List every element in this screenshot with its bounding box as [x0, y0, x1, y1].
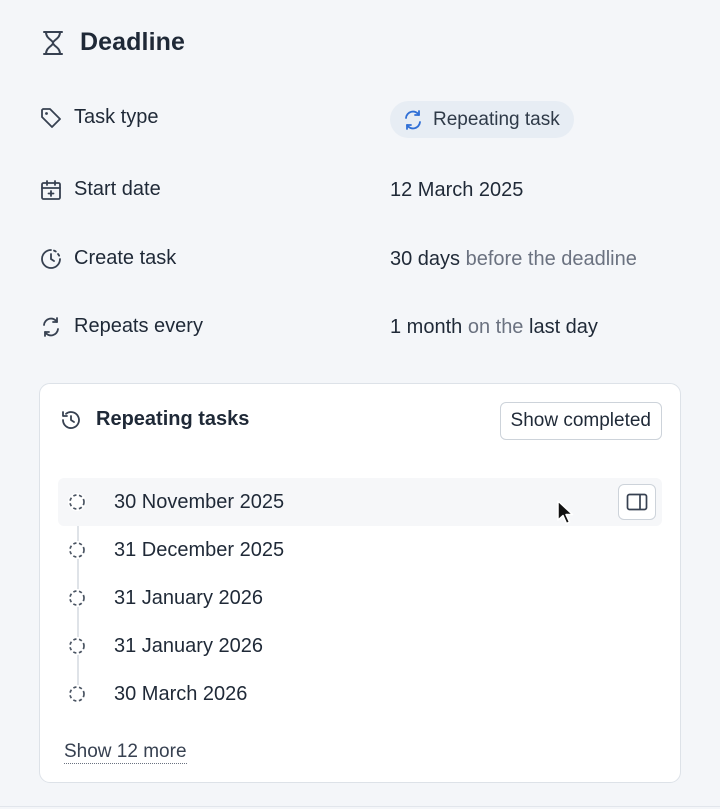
clock-icon: [40, 248, 62, 270]
mouse-cursor-icon: [556, 499, 576, 532]
task-date: 31 January 2026: [114, 634, 264, 657]
repeats-every-row: Repeats every: [40, 315, 203, 338]
repeats-connector: on the: [467, 316, 524, 338]
task-item[interactable]: 31 January 2026: [58, 622, 662, 670]
show-completed-button[interactable]: Show completed: [499, 402, 662, 440]
open-sidepanel-button[interactable]: [618, 484, 656, 520]
start-date-label: Start date: [74, 178, 161, 200]
repeat-icon: [40, 316, 62, 338]
history-icon: [60, 409, 82, 431]
create-task-amount: 30 days: [390, 248, 461, 270]
divider: [0, 806, 720, 807]
create-task-label: Create task: [74, 247, 177, 269]
section-header: Deadline: [40, 28, 185, 57]
task-type-row: Task type: [40, 106, 158, 129]
create-task-value[interactable]: 30 days before the deadline: [390, 248, 637, 271]
pending-status-icon: [68, 493, 86, 511]
pending-status-icon: [68, 685, 86, 703]
pending-status-icon: [68, 637, 86, 655]
sidepanel-icon: [626, 493, 648, 511]
repeats-every-value[interactable]: 1 month on the last day: [390, 316, 598, 339]
repeating-tasks-title: Repeating tasks: [96, 408, 250, 430]
task-type-value: Repeating task: [433, 108, 560, 130]
pending-status-icon: [68, 589, 86, 607]
task-type-label: Task type: [74, 106, 159, 128]
deadline-panel: Deadline Task type Repeating task Start …: [0, 0, 720, 809]
hourglass-icon: [40, 29, 66, 57]
task-item[interactable]: 30 March 2026: [58, 670, 662, 718]
repeating-tasks-card: Repeating tasks Show completed 30 Novemb…: [39, 383, 681, 783]
repeating-tasks-header: Repeating tasks: [60, 408, 249, 431]
calendar-icon: [40, 179, 62, 201]
repeats-day: last day: [529, 316, 598, 338]
task-date: 31 January 2026: [114, 586, 264, 609]
repeats-amount: 1 month: [390, 316, 463, 338]
task-item[interactable]: 31 January 2026: [58, 574, 662, 622]
task-type-badge[interactable]: Repeating task: [390, 101, 574, 138]
task-item[interactable]: 31 December 2025: [58, 526, 662, 574]
repeat-icon: [402, 109, 424, 131]
page-title: Deadline: [80, 28, 185, 56]
start-date-value[interactable]: 12 March 2025: [390, 179, 523, 202]
pending-status-icon: [68, 541, 86, 559]
start-date-row: Start date: [40, 178, 161, 201]
task-date: 31 December 2025: [114, 538, 285, 561]
task-date: 30 November 2025: [114, 490, 285, 513]
repeats-every-label: Repeats every: [74, 315, 203, 337]
task-date: 30 March 2026: [114, 682, 248, 705]
create-task-row: Create task: [40, 247, 176, 270]
show-more-link[interactable]: Show 12 more: [64, 741, 187, 764]
create-task-suffix: before the deadline: [465, 248, 637, 270]
tag-icon: [40, 107, 62, 129]
